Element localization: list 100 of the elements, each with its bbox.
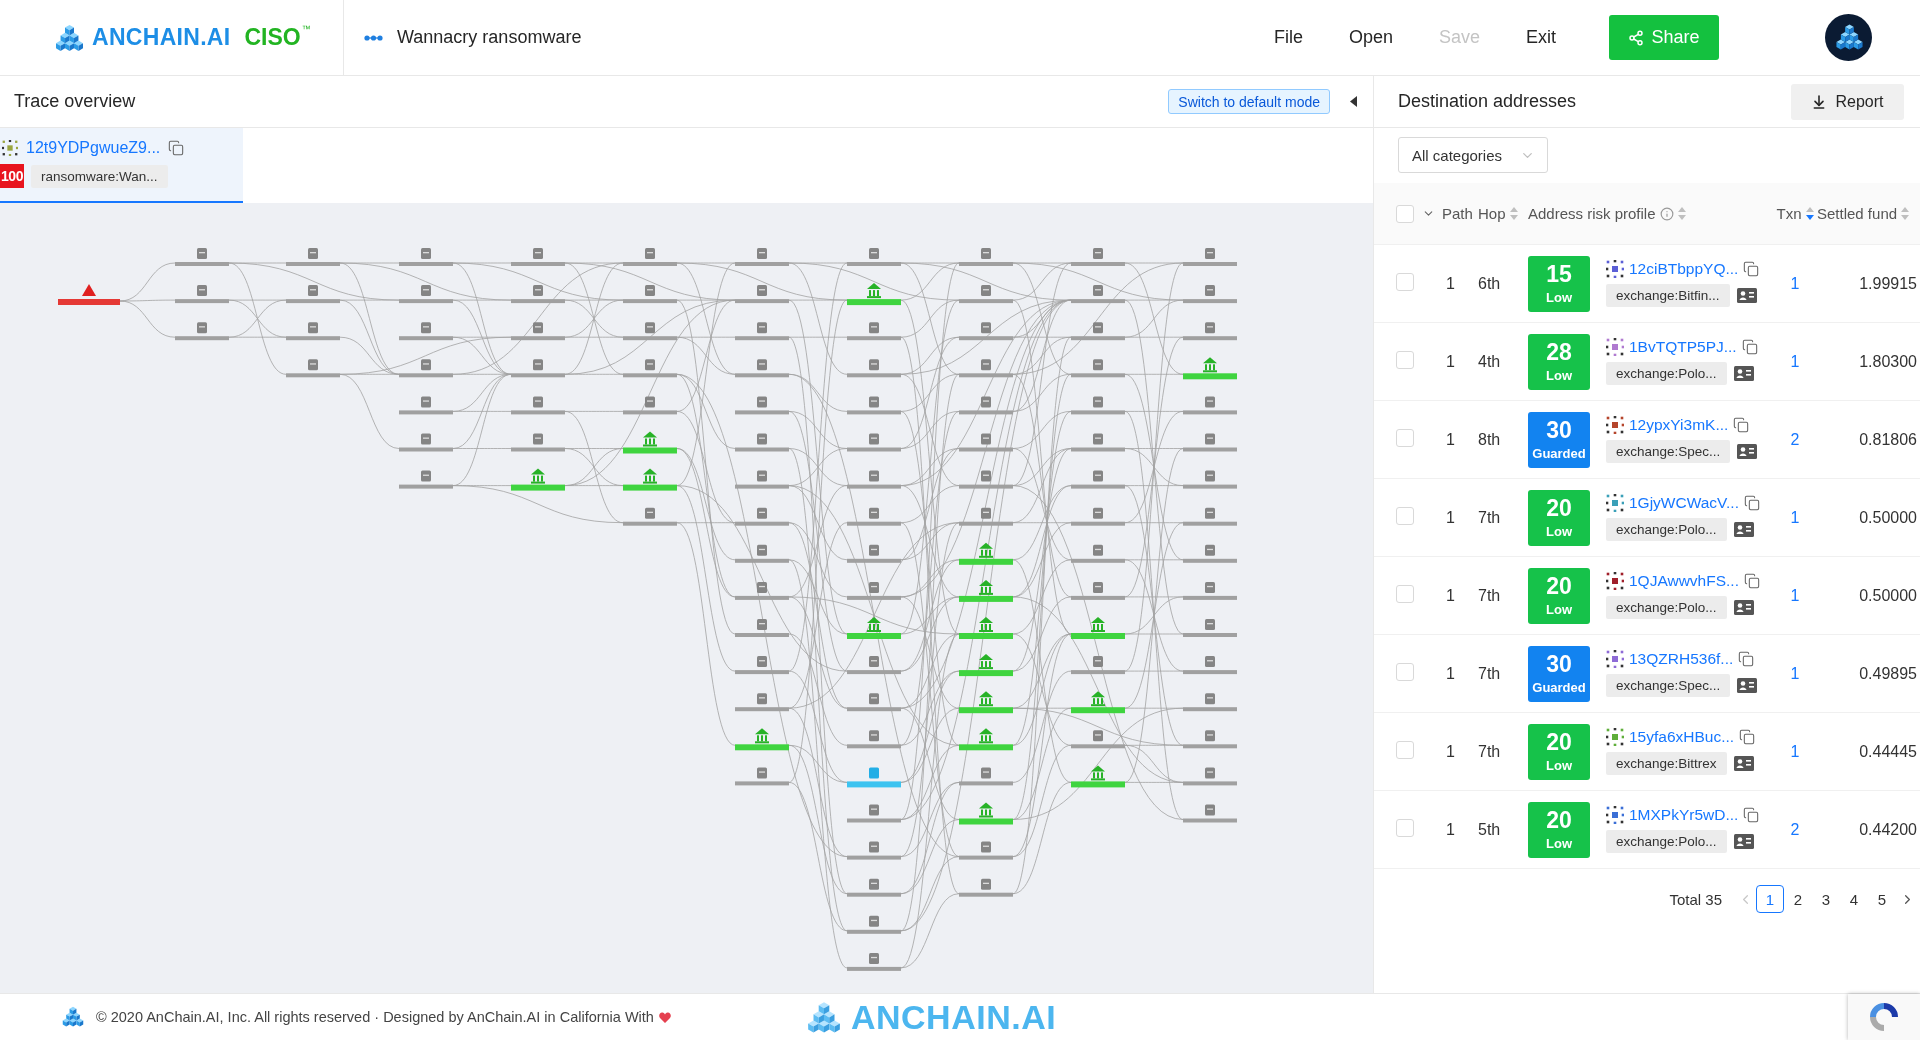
row-checkbox[interactable]	[1396, 350, 1414, 369]
path-cell-text: 1	[1445, 274, 1456, 293]
copy-icon[interactable]	[1743, 261, 1760, 277]
address-link[interactable]: 1QJAwwvhFS...	[1629, 572, 1739, 590]
hop-cell-text: 7th	[1478, 664, 1502, 683]
footer-logo-icon	[62, 1006, 84, 1028]
txn-count-link[interactable]: 2	[1790, 820, 1800, 839]
row-checkbox[interactable]	[1396, 662, 1414, 681]
risk-score: 20	[1546, 496, 1572, 520]
copy-icon[interactable]	[168, 140, 185, 156]
path-cell-text: 1	[1445, 586, 1456, 605]
txn-count-link[interactable]: 1	[1790, 274, 1800, 293]
brand-name: ANCHAIN.AI	[92, 24, 231, 51]
category-select[interactable]: All categories	[1398, 137, 1548, 173]
address-tag: exchange:Polo...	[1606, 596, 1727, 619]
id-card-icon[interactable]	[1733, 600, 1754, 615]
share-button[interactable]: Share	[1609, 15, 1719, 60]
source-address-card[interactable]: 12t9YDPgwueZ9... 100 ransomware:Wan...	[0, 128, 243, 203]
address-tag: exchange:Bittrex	[1606, 752, 1727, 775]
footer-brand-name: ANCHAIN.AI	[850, 1000, 1057, 1034]
menu-item[interactable]: Open	[1325, 27, 1416, 48]
page-button[interactable]: 1	[1756, 885, 1784, 913]
triangle-node-icon[interactable]	[58, 284, 120, 305]
address-link[interactable]: 12ypxYi3mK...	[1629, 416, 1729, 434]
address-link[interactable]: 12t9YDPgwueZ9...	[26, 139, 161, 157]
txn-count-link[interactable]: 1	[1790, 742, 1800, 761]
copy-icon[interactable]	[1733, 417, 1750, 433]
report-button[interactable]: Report	[1791, 83, 1904, 120]
path-cell-text: 1	[1445, 820, 1456, 839]
row-checkbox[interactable]	[1396, 272, 1414, 291]
txn-count-link[interactable]: 1	[1790, 352, 1800, 371]
copy-icon[interactable]	[1743, 807, 1760, 823]
address-tag: exchange:Polo...	[1606, 518, 1727, 541]
copy-icon[interactable]	[1739, 729, 1756, 745]
id-card-icon[interactable]	[1733, 366, 1754, 381]
row-checkbox[interactable]	[1396, 506, 1414, 525]
row-checkbox[interactable]	[1396, 584, 1414, 603]
hop-cell-text: 7th	[1478, 742, 1502, 761]
row-checkbox[interactable]	[1396, 818, 1414, 837]
address-tag: exchange:Bitfin...	[1606, 284, 1730, 307]
risk-level: Low	[1546, 367, 1572, 383]
address-tag: exchange:Spec...	[1606, 674, 1731, 697]
copy-icon[interactable]	[1738, 651, 1755, 667]
graph-canvas[interactable]	[0, 203, 1373, 993]
id-card-icon[interactable]	[1736, 288, 1757, 303]
address-tag: exchange:Polo...	[1606, 830, 1727, 853]
path-cell-text: 1	[1445, 352, 1456, 371]
case-title: Wannacry ransomware	[397, 27, 582, 48]
collapse-caret-icon[interactable]	[1350, 96, 1357, 107]
hop-cell-text: 5th	[1478, 820, 1502, 839]
highlighted-node-icon[interactable]	[847, 767, 901, 788]
bank-node-series[interactable]	[511, 283, 1237, 825]
address-tag: ransomware:Wan...	[31, 164, 168, 188]
risk-level: Low	[1546, 289, 1572, 305]
txn-count-link[interactable]: 2	[1790, 430, 1800, 449]
txn-count-link[interactable]: 1	[1790, 508, 1800, 527]
avatar-icon[interactable]	[1825, 14, 1872, 61]
menu-item[interactable]: File	[1250, 27, 1326, 48]
settled-fund-cell: 0.49895	[1859, 664, 1917, 683]
sort-icon[interactable]	[1805, 207, 1814, 220]
column-header: Path	[1442, 205, 1473, 222]
settled-fund-cell: 1.99915	[1859, 274, 1917, 293]
id-card-icon[interactable]	[1737, 678, 1758, 693]
panel-title: Trace overview	[14, 91, 136, 112]
address-link[interactable]: 1MXPkYr5wD...	[1629, 806, 1739, 824]
copy-icon[interactable]	[1741, 339, 1758, 355]
txn-count-link[interactable]: 1	[1790, 586, 1800, 605]
path-cell-text: 1	[1445, 430, 1456, 449]
risk-level: Low	[1546, 757, 1572, 773]
address-link[interactable]: 1BvTQTP5PJ...	[1629, 338, 1737, 356]
copy-icon[interactable]	[1743, 495, 1760, 511]
column-header: Hop	[1478, 205, 1506, 222]
risk-score: 28	[1546, 340, 1572, 364]
address-link[interactable]: 1GjyWCWacV...	[1629, 494, 1739, 512]
identicon-icon	[2, 140, 18, 156]
risk-level: Low	[1546, 601, 1572, 617]
copyright-text: © 2020 AnChain.AI, Inc. All rights reserved · Designed by AnChain.AI in California With	[96, 1009, 654, 1025]
column-header: Txn	[1776, 205, 1802, 222]
hop-cell-text: 7th	[1478, 508, 1502, 527]
address-link[interactable]: 15yfa6xHBuc...	[1629, 728, 1735, 746]
risk-level: Low	[1546, 523, 1572, 539]
id-card-icon[interactable]	[1733, 834, 1754, 849]
select-all-checkbox[interactable]	[1396, 204, 1414, 223]
copy-icon[interactable]	[1743, 573, 1760, 589]
address-link[interactable]: 13QZRH536f...	[1629, 650, 1734, 668]
logo-icon	[55, 23, 84, 52]
address-link[interactable]: 12ciBTbppYQ...	[1629, 260, 1739, 278]
id-card-icon[interactable]	[1733, 522, 1754, 537]
path-cell-text: 1	[1445, 742, 1456, 761]
ring-badge-icon[interactable]	[1848, 994, 1920, 1040]
id-card-icon[interactable]	[1737, 444, 1758, 459]
id-card-icon[interactable]	[1733, 756, 1754, 771]
settled-fund-cell: 0.50000	[1859, 586, 1917, 605]
column-header: Address risk profile	[1528, 205, 1656, 222]
risk-level: Low	[1546, 835, 1572, 851]
row-checkbox[interactable]	[1396, 428, 1414, 447]
row-checkbox[interactable]	[1396, 740, 1414, 759]
menu-item[interactable]: Exit	[1503, 27, 1579, 48]
txn-count-link[interactable]: 1	[1790, 664, 1800, 683]
mode-switch-button[interactable]: Switch to default mode	[1168, 89, 1330, 114]
